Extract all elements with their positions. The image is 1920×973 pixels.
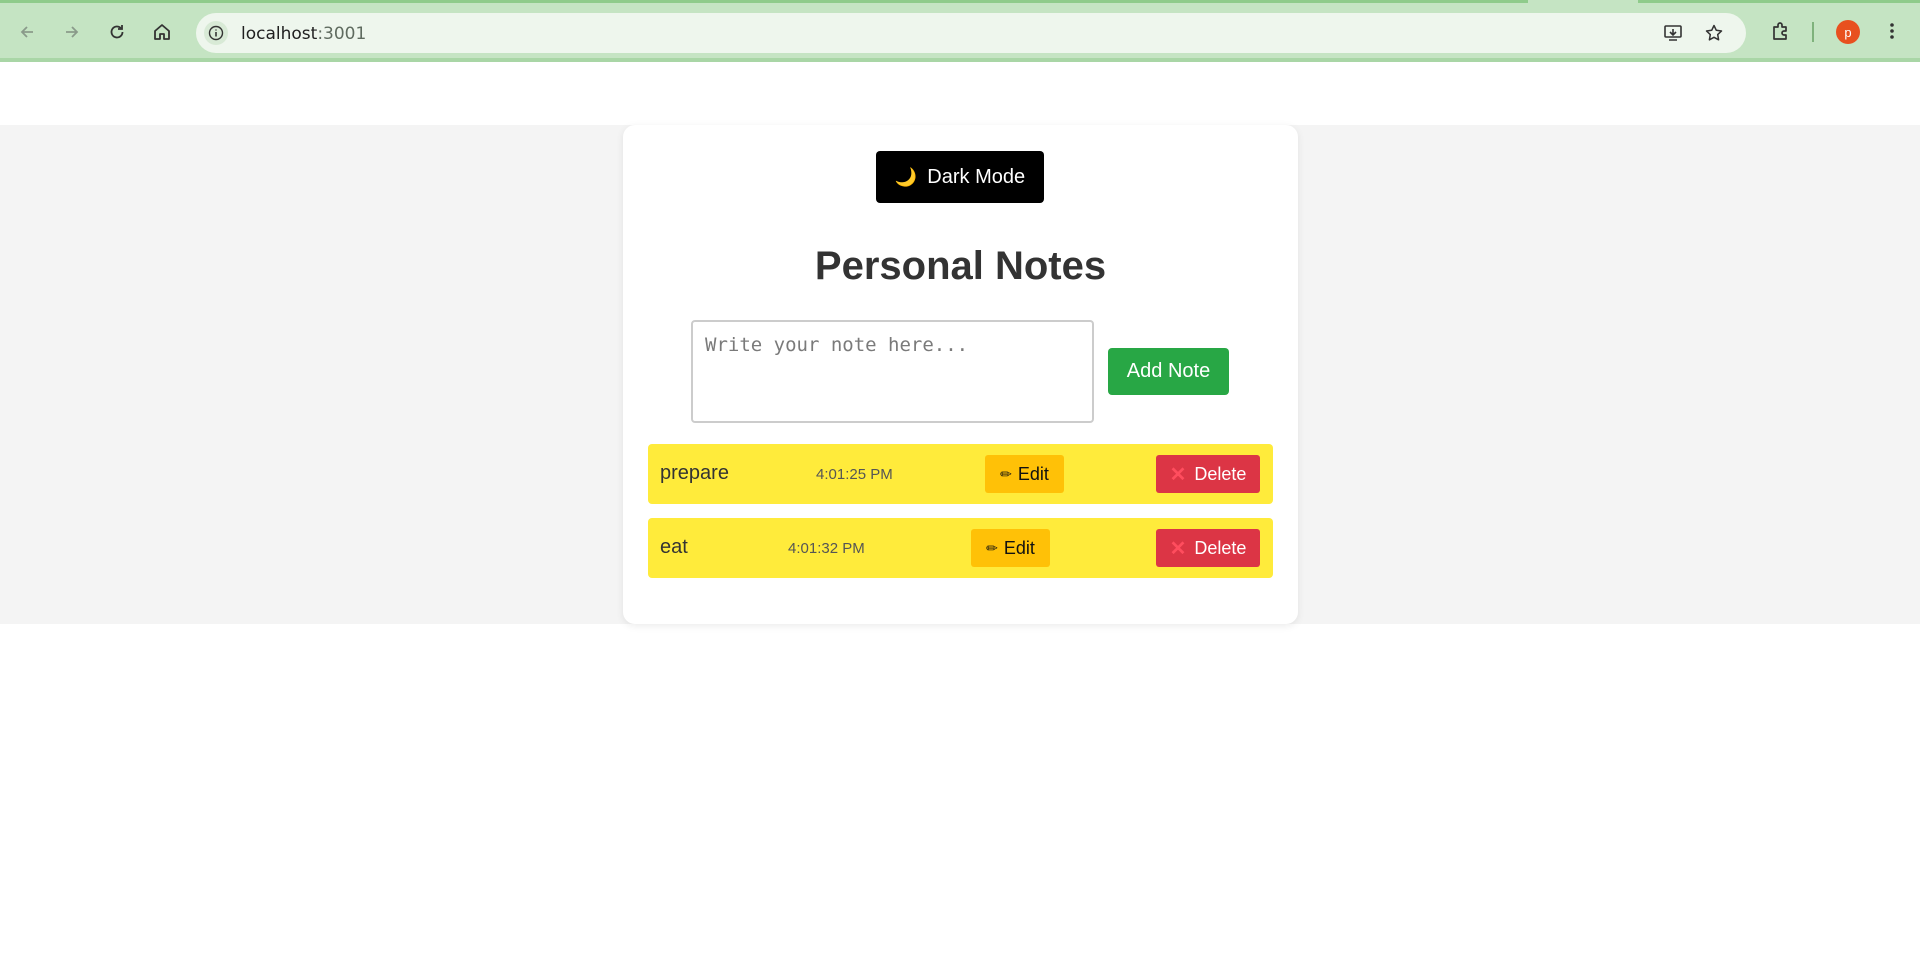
delete-label: Delete (1194, 463, 1247, 484)
home-icon (154, 24, 170, 40)
note-item: prepare 4:01:25 PM ✏ Edit ✕ Delete (648, 444, 1273, 504)
star-icon (1705, 24, 1723, 41)
note-text: eat (660, 536, 688, 558)
info-icon (208, 25, 224, 41)
toolbar-border (0, 58, 1920, 62)
url-text[interactable]: localhost:3001 (241, 24, 366, 44)
note-timestamp: 4:01:25 PM (816, 466, 893, 483)
arrow-left-icon (20, 26, 33, 38)
delete-label: Delete (1194, 537, 1247, 558)
install-app-button[interactable] (1662, 22, 1684, 44)
dark-mode-label: Dark Mode (927, 165, 1026, 188)
toolbar-divider (1812, 22, 1814, 42)
site-info-button[interactable] (204, 21, 228, 45)
note-item: eat 4:01:32 PM ✏ Edit ✕ Delete (648, 518, 1273, 578)
back-button[interactable] (11, 16, 43, 48)
home-button[interactable] (146, 16, 178, 48)
dark-mode-toggle-button[interactable]: 🌙 Dark Mode (876, 151, 1044, 203)
page-title: Personal Notes (814, 244, 1107, 288)
browser-toolbar: localhost:3001 p (0, 0, 1920, 62)
note-input[interactable] (691, 320, 1094, 423)
add-note-button[interactable]: Add Note (1108, 348, 1229, 395)
moon-icon: 🌙 (894, 166, 918, 187)
delete-note-button[interactable]: ✕ Delete (1156, 455, 1260, 493)
cross-icon: ✕ (1169, 537, 1187, 560)
cross-icon: ✕ (1169, 463, 1187, 486)
edit-note-button[interactable]: ✏ Edit (971, 529, 1050, 567)
edit-label: Edit (1017, 463, 1049, 484)
edit-label: Edit (1003, 537, 1035, 558)
install-icon (1664, 25, 1682, 41)
address-bar[interactable]: localhost:3001 (196, 13, 1746, 53)
edit-note-button[interactable]: ✏ Edit (985, 455, 1064, 493)
note-timestamp: 4:01:32 PM (788, 540, 865, 557)
more-vert-icon (1890, 23, 1894, 39)
delete-note-button[interactable]: ✕ Delete (1156, 529, 1260, 567)
extensions-button[interactable] (1768, 18, 1794, 44)
forward-button[interactable] (56, 16, 88, 48)
pencil-icon: ✏ (986, 539, 998, 556)
reload-button[interactable] (101, 16, 133, 48)
puzzle-icon (1773, 22, 1787, 40)
profile-avatar[interactable]: p (1836, 20, 1860, 44)
note-text: prepare (660, 462, 729, 484)
browser-menu-button[interactable] (1879, 18, 1905, 44)
reload-icon (110, 25, 124, 39)
pencil-icon: ✏ (1000, 465, 1012, 482)
bookmark-button[interactable] (1703, 22, 1725, 44)
arrow-right-icon (66, 26, 79, 38)
